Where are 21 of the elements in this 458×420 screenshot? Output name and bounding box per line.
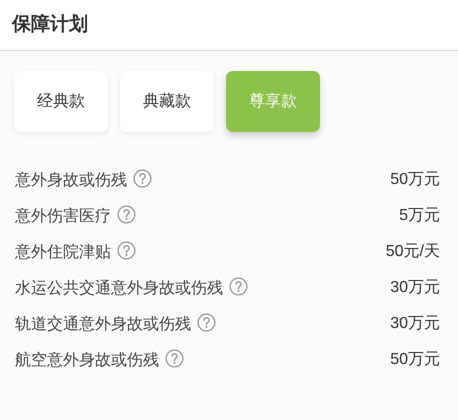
coverage-name: 意外住院津贴 <box>15 238 136 266</box>
coverage-name: 航空意外身故或伤残 <box>15 346 184 374</box>
coverage-amount: 50元/天 <box>386 242 440 262</box>
help-icon[interactable] <box>133 168 152 188</box>
help-icon[interactable] <box>117 240 136 260</box>
coverage-amount: 5万元 <box>399 206 440 226</box>
coverage-name: 轨道交通意外身故或伤残 <box>15 310 216 338</box>
coverage-name: 水运公共交通意外身故或伤残 <box>15 274 248 302</box>
plan-tab[interactable]: 典藏款 <box>120 71 214 132</box>
help-icon[interactable] <box>229 276 248 296</box>
coverage-name: 意外伤害医疗 <box>15 202 136 230</box>
plan-tab[interactable]: 经典款 <box>14 71 108 132</box>
help-icon[interactable] <box>117 204 136 224</box>
coverage-amount: 50万元 <box>390 170 440 190</box>
coverage-name: 意外身故或伤残 <box>15 166 152 194</box>
help-icon[interactable] <box>197 312 216 332</box>
coverage-amount: 50万元 <box>390 350 440 370</box>
help-icon[interactable] <box>165 348 184 368</box>
coverage-amount: 30万元 <box>390 314 440 334</box>
page-title: 保障计划 <box>12 12 88 37</box>
coverage-amount: 30万元 <box>390 278 440 298</box>
